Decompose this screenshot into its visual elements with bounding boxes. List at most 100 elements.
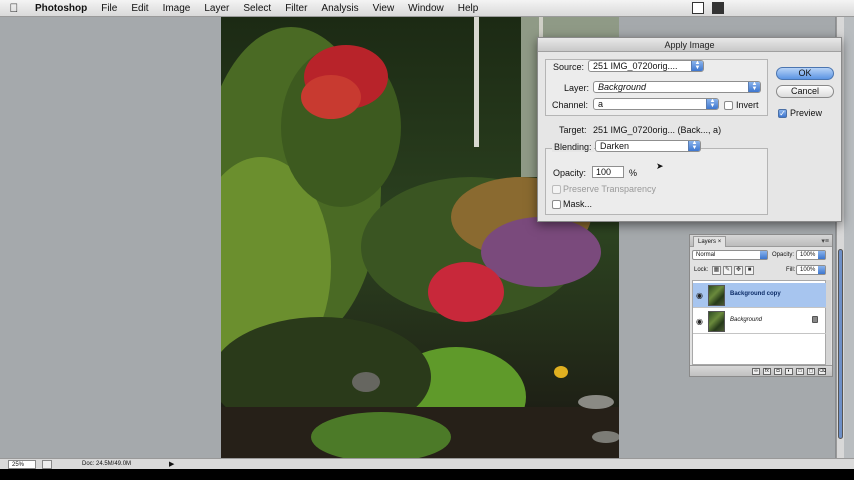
lock-label: Lock: xyxy=(694,267,709,273)
target-value: 251 IMG_0720orig... (Back..., a) xyxy=(593,125,722,135)
layer-label: Layer: xyxy=(564,83,590,93)
layers-panel: Layers × ▾≡ Normal Opacity: 100% Lock: ▦… xyxy=(689,234,833,377)
tab-layers[interactable]: Layers × xyxy=(693,236,727,247)
menu-view[interactable]: View xyxy=(366,3,402,14)
cancel-button[interactable]: Cancel xyxy=(776,85,834,98)
close-icon[interactable]: × xyxy=(718,239,722,245)
source-value: 251 IMG_0720orig.... xyxy=(593,61,678,71)
eye-icon[interactable]: ◉ xyxy=(696,291,703,300)
layer-thumbnail xyxy=(708,285,725,306)
popup-arrows-icon: ▲ ▼ xyxy=(748,82,760,92)
fill-value: 100% xyxy=(800,267,816,273)
lock-transparent-icon[interactable]: ▦ xyxy=(712,266,721,275)
layers-scrollbar[interactable] xyxy=(826,280,831,365)
preserve-transparency-checkbox[interactable] xyxy=(552,185,561,194)
lock-icon xyxy=(812,316,818,323)
blend-mode-value: Normal xyxy=(696,252,716,258)
source-popup[interactable]: 251 IMG_0720orig.... ▲ ▼ xyxy=(588,60,704,72)
popup-arrows-icon: ▲ ▼ xyxy=(706,99,718,109)
eye-icon[interactable]: ◉ xyxy=(696,317,703,326)
layer-thumbnail xyxy=(708,311,725,332)
layer-row-background[interactable]: ◉ Background xyxy=(693,309,826,334)
menu-analysis[interactable]: Analysis xyxy=(314,3,365,14)
layers-tab-bar: Layers × ▾≡ xyxy=(690,235,832,247)
menu-layer[interactable]: Layer xyxy=(197,3,236,14)
fill-field[interactable]: 100% xyxy=(796,265,826,275)
status-menu-arrow-icon[interactable]: ▶ xyxy=(169,460,174,468)
lock-pixels-icon[interactable]: ✎ xyxy=(723,266,732,275)
channel-popup[interactable]: a ▲ ▼ xyxy=(593,98,719,110)
popup-arrows-icon xyxy=(818,251,825,259)
popup-arrows-icon: ▲ ▼ xyxy=(688,141,700,151)
layer-style-icon[interactable]: fx xyxy=(763,367,771,375)
lock-position-icon[interactable]: ✥ xyxy=(734,266,743,275)
menu-help[interactable]: Help xyxy=(451,3,486,14)
trash-icon[interactable]: ⌫ xyxy=(818,367,826,375)
mask-checkbox[interactable] xyxy=(552,200,561,209)
layer-row-background-copy[interactable]: ◉ Background copy xyxy=(693,283,826,308)
adjustment-layer-icon[interactable]: ◐ xyxy=(785,367,793,375)
layers-lock-row: Lock: ▦ ✎ ✥ ■ Fill: 100% xyxy=(692,265,830,277)
link-layers-icon[interactable]: ∞ xyxy=(752,367,760,375)
invert-label: Invert xyxy=(736,100,759,110)
apply-image-dialog: Apply Image Source: 251 IMG_0720orig....… xyxy=(537,37,842,222)
layer-value: Background xyxy=(598,82,647,92)
layer-popup[interactable]: Background ▲ ▼ xyxy=(593,81,761,93)
layers-button-bar: ∞ fx ◘ ◐ ▭ ▢ ⌫ xyxy=(690,365,832,376)
channel-value: a xyxy=(598,99,604,109)
layers-opacity-value: 100% xyxy=(800,252,816,258)
fill-label: Fill: xyxy=(786,267,796,273)
menu-window[interactable]: Window xyxy=(401,3,451,14)
menu-extras xyxy=(692,2,724,14)
menu-bar:  Photoshop File Edit Image Layer Select… xyxy=(0,0,854,17)
layers-opacity-label: Opacity: xyxy=(772,252,795,258)
ok-button[interactable]: OK xyxy=(776,67,834,80)
layer-name: Background xyxy=(730,317,763,323)
channel-label: Channel: xyxy=(552,100,589,110)
opacity-label: Opacity: xyxy=(553,168,587,178)
layers-blend-row: Normal Opacity: 100% xyxy=(692,250,830,262)
blend-mode-popup[interactable]: Normal xyxy=(692,250,768,260)
menu-select[interactable]: Select xyxy=(236,3,278,14)
scrollbar-thumb[interactable] xyxy=(838,249,843,439)
popup-arrows-icon xyxy=(818,266,825,274)
menu-filter[interactable]: Filter xyxy=(278,3,314,14)
popup-arrows-icon: ▲ ▼ xyxy=(691,61,703,71)
screen-bottom-edge xyxy=(0,469,854,480)
blending-label: Blending: xyxy=(552,142,594,152)
new-layer-icon[interactable]: ▢ xyxy=(807,367,815,375)
apple-menu-icon[interactable]:  xyxy=(0,1,28,15)
layers-opacity-field[interactable]: 100% xyxy=(796,250,826,260)
opacity-field[interactable]: 100 xyxy=(592,166,624,178)
layer-name: Background copy xyxy=(730,291,781,297)
invert-checkbox[interactable] xyxy=(724,101,733,110)
new-group-icon[interactable]: ▭ xyxy=(796,367,804,375)
menu-image[interactable]: Image xyxy=(156,3,198,14)
dialog-title: Apply Image xyxy=(538,38,841,52)
blending-popup[interactable]: Darken ▲ ▼ xyxy=(595,140,701,152)
preview-label: Preview xyxy=(790,108,823,118)
menu-file[interactable]: File xyxy=(94,3,124,14)
blending-value: Darken xyxy=(600,141,630,151)
menu-edit[interactable]: Edit xyxy=(124,3,155,14)
status-icon[interactable] xyxy=(42,459,52,469)
screen-mode-icon[interactable] xyxy=(692,2,704,14)
zoom-field[interactable]: 25% xyxy=(8,459,36,469)
menu-photoshop[interactable]: Photoshop xyxy=(28,3,94,14)
preview-checkbox[interactable]: ✓ xyxy=(778,109,787,118)
status-bar: 25% Doc: 24.5M/49.0M ▶ xyxy=(0,458,854,469)
add-mask-icon[interactable]: ◘ xyxy=(774,367,782,375)
document-info: Doc: 24.5M/49.0M xyxy=(82,461,132,467)
source-label: Source: xyxy=(553,62,585,72)
mouse-cursor-icon: ➤ xyxy=(656,161,664,171)
panel-menu-icon[interactable]: ▾≡ xyxy=(821,237,829,245)
tab-layers-label: Layers xyxy=(698,239,717,245)
layer-list: ◉ Background copy ◉ Background xyxy=(692,280,826,365)
workspace-icon[interactable] xyxy=(712,2,724,14)
popup-arrows-icon xyxy=(760,251,767,259)
lock-all-icon[interactable]: ■ xyxy=(745,266,754,275)
preserve-transparency-label: Preserve Transparency xyxy=(563,184,657,194)
target-label: Target: xyxy=(559,125,587,135)
mask-label: Mask... xyxy=(563,199,593,209)
opacity-unit: % xyxy=(629,168,638,178)
